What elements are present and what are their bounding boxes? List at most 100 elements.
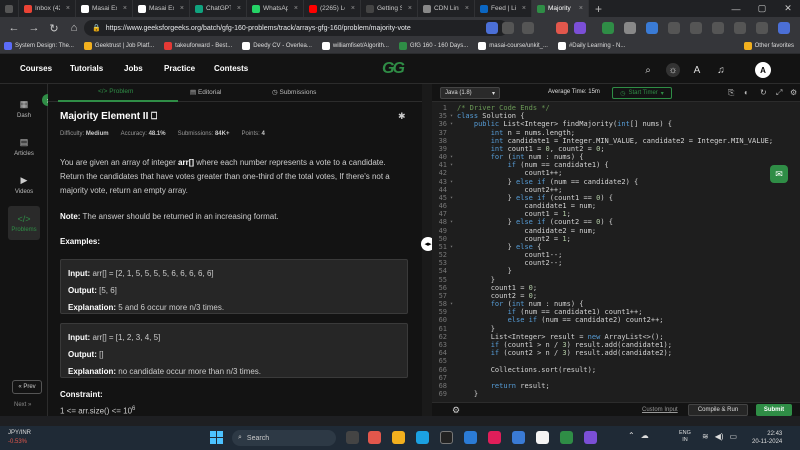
fold-icon[interactable]: [450, 137, 457, 145]
browser-tab[interactable]: Masai Exp ×: [133, 0, 190, 17]
chat-icon[interactable]: ✉: [770, 165, 788, 183]
menu-courses[interactable]: Courses: [20, 64, 52, 73]
bookmark-item[interactable]: #Daily Learning - N...: [557, 42, 625, 50]
forward-icon[interactable]: →: [24, 18, 44, 38]
bookmark-item[interactable]: williamfiset/Algorith...: [321, 42, 389, 50]
close-window-icon[interactable]: ✕: [776, 0, 800, 17]
fold-icon[interactable]: ▾: [450, 178, 457, 186]
windows-start-icon[interactable]: [210, 431, 223, 444]
fold-icon[interactable]: [450, 251, 457, 259]
close-tab-icon[interactable]: ×: [123, 5, 127, 12]
star-icon[interactable]: [522, 22, 534, 34]
close-tab-icon[interactable]: ×: [237, 5, 241, 12]
fold-icon[interactable]: [450, 227, 457, 235]
vscode-icon[interactable]: [464, 431, 477, 444]
extension-red-icon[interactable]: [556, 22, 568, 34]
browser-tab[interactable]: Feed | Link ×: [475, 0, 532, 17]
close-tab-icon[interactable]: ×: [522, 5, 526, 12]
fold-icon[interactable]: [450, 382, 457, 390]
start-timer-button[interactable]: ◷ Start Timer ▾: [612, 87, 672, 99]
fold-icon[interactable]: [450, 145, 457, 153]
theme-toggle-icon[interactable]: ☼: [666, 63, 680, 77]
fold-icon[interactable]: ▾: [450, 194, 457, 202]
gfg-logo[interactable]: GG: [382, 60, 405, 78]
tab-problem[interactable]: </> Problem: [98, 88, 133, 95]
fold-icon[interactable]: ▾: [450, 300, 457, 308]
profile-icon[interactable]: [734, 22, 746, 34]
search-icon[interactable]: ⌕: [641, 63, 655, 77]
address-bar[interactable]: 🔒 https://www.geeksforgeeks.org/batch/gf…: [84, 20, 508, 36]
bell-icon[interactable]: ♫: [714, 63, 728, 77]
fold-icon[interactable]: [450, 333, 457, 341]
fold-icon[interactable]: [450, 349, 457, 357]
fold-icon[interactable]: [450, 366, 457, 374]
close-tab-icon[interactable]: ×: [294, 5, 298, 12]
fold-icon[interactable]: [450, 276, 457, 284]
next-button[interactable]: Next »: [14, 402, 31, 408]
translate-icon[interactable]: A: [690, 63, 704, 77]
battery-icon[interactable]: ▭: [730, 432, 738, 441]
fold-icon[interactable]: [450, 374, 457, 382]
browser-tab[interactable]: Getting St ×: [361, 0, 418, 17]
fold-icon[interactable]: [450, 129, 457, 137]
menu-contests[interactable]: Contests: [214, 64, 248, 73]
browser-tab[interactable]: Inbox (42) ×: [19, 0, 76, 17]
tab-editorial[interactable]: ▤ Editorial: [190, 88, 221, 96]
copilot-icon[interactable]: [778, 22, 790, 34]
fold-icon[interactable]: ▾: [450, 218, 457, 226]
translate-icon[interactable]: [502, 22, 514, 34]
app-purple-icon[interactable]: [584, 431, 597, 444]
edge-icon[interactable]: [416, 431, 429, 444]
custom-input-link[interactable]: Custom Input: [642, 407, 678, 413]
browser-tab[interactable]: Majority E ×: [532, 0, 589, 17]
reload-icon[interactable]: ↻: [44, 18, 64, 38]
close-tab-icon[interactable]: ×: [351, 5, 355, 12]
settings-icon[interactable]: ⚙: [790, 88, 797, 97]
close-tab-icon[interactable]: ×: [66, 5, 70, 12]
close-tab-icon[interactable]: ×: [579, 5, 583, 12]
extension-blue-icon[interactable]: [646, 22, 658, 34]
avatar[interactable]: A: [755, 62, 771, 78]
extension-shield-icon[interactable]: [486, 22, 498, 34]
home-icon[interactable]: ⌂: [64, 18, 84, 38]
bookmark-item[interactable]: Geektrust | Job Platf...: [83, 42, 154, 50]
task-view-icon[interactable]: [346, 431, 359, 444]
file-explorer-icon[interactable]: [392, 431, 405, 444]
market-widget[interactable]: JPY/INR -0.53%: [8, 429, 31, 447]
fold-icon[interactable]: [450, 235, 457, 243]
maximize-icon[interactable]: ▢: [750, 0, 774, 17]
browser-tab[interactable]: CDN Links ×: [418, 0, 475, 17]
fold-icon[interactable]: [450, 259, 457, 267]
close-tab-icon[interactable]: ×: [180, 5, 184, 12]
wifi-icon[interactable]: ≋: [702, 432, 709, 441]
fold-icon[interactable]: [450, 284, 457, 292]
browser-tab[interactable]: WhatsApp ×: [247, 0, 304, 17]
fold-icon[interactable]: [450, 308, 457, 316]
fold-icon[interactable]: [450, 202, 457, 210]
extension-purple-icon[interactable]: [574, 22, 586, 34]
bookmark-item[interactable]: GfG 160 - 160 Days...: [398, 42, 468, 50]
reset-icon[interactable]: ↻: [760, 88, 767, 97]
chevron-up-icon[interactable]: ⌃: [628, 431, 635, 440]
bookmark-item[interactable]: takeuforward - Best...: [164, 42, 232, 50]
chrome-icon[interactable]: [536, 431, 549, 444]
puzzle-icon[interactable]: [668, 22, 680, 34]
tab-submissions[interactable]: ◷ Submissions: [272, 88, 316, 96]
close-tab-icon[interactable]: ×: [408, 5, 412, 12]
prev-button[interactable]: « Prev: [12, 380, 42, 394]
sidebar-item-dash[interactable]: ▦ Dash: [8, 94, 40, 124]
fold-icon[interactable]: [450, 341, 457, 349]
close-tab-icon[interactable]: ×: [465, 5, 469, 12]
fold-icon[interactable]: [450, 267, 457, 275]
sidebar-item-problems[interactable]: </> Problems: [8, 206, 40, 240]
minimize-icon[interactable]: —: [724, 0, 748, 17]
bookmark-item[interactable]: System Design: The...: [4, 42, 74, 50]
fold-icon[interactable]: [450, 390, 457, 398]
app-red-icon[interactable]: [368, 431, 381, 444]
fold-icon[interactable]: [450, 104, 457, 112]
browser-tab[interactable]: Masai Exp ×: [76, 0, 133, 17]
terminal-icon[interactable]: [440, 431, 453, 444]
fullscreen-icon[interactable]: ⤢: [776, 88, 782, 98]
taskbar-search[interactable]: ⌕ Search: [232, 430, 336, 446]
fold-icon[interactable]: [450, 316, 457, 324]
